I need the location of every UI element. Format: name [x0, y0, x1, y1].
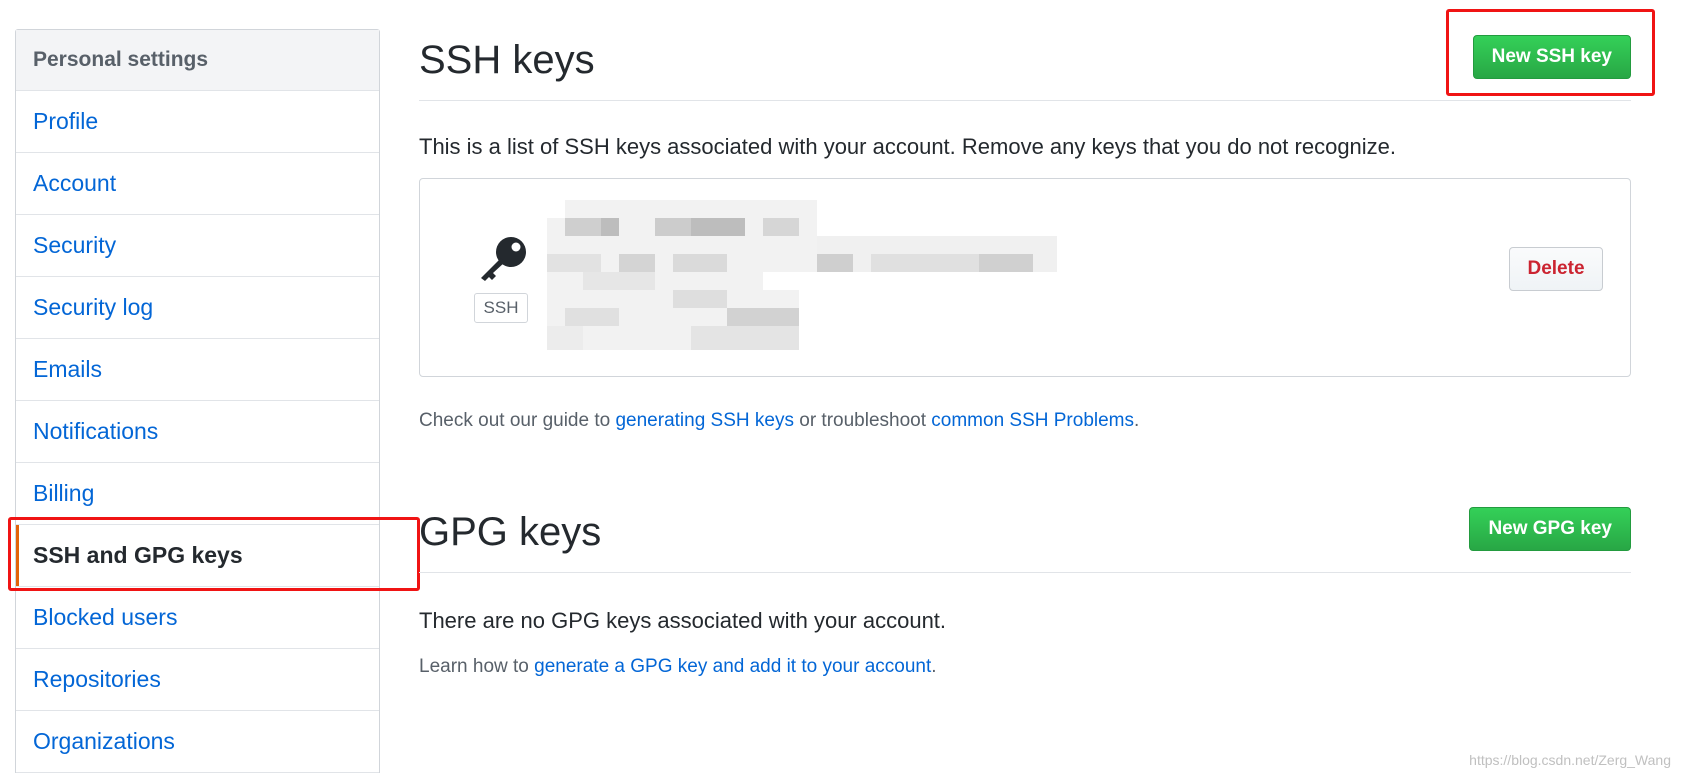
- sidebar-item-blocked-users[interactable]: Blocked users: [16, 587, 379, 649]
- sidebar-item-ssh-gpg-keys[interactable]: SSH and GPG keys: [16, 525, 379, 587]
- ssh-guide-prefix: Check out our guide to: [419, 410, 616, 431]
- sidebar-item-billing[interactable]: Billing: [16, 463, 379, 525]
- sidebar-item-security-log[interactable]: Security log: [16, 277, 379, 339]
- gpg-section-header: GPG keys New GPG key: [419, 470, 1631, 573]
- generating-ssh-keys-link[interactable]: generating SSH keys: [615, 410, 794, 431]
- sidebar-item-repositories[interactable]: Repositories: [16, 649, 379, 711]
- sidebar-item-emails[interactable]: Emails: [16, 339, 379, 401]
- generate-gpg-key-link[interactable]: generate a GPG key and add it to your ac…: [534, 656, 931, 677]
- sidebar-item-notifications[interactable]: Notifications: [16, 401, 379, 463]
- sidebar-header: Personal settings: [16, 30, 379, 91]
- ssh-guide-suffix: .: [1134, 410, 1140, 431]
- gpg-keys-title: GPG keys: [419, 510, 602, 554]
- new-ssh-key-button[interactable]: New SSH key: [1472, 35, 1631, 79]
- sidebar-item-security[interactable]: Security: [16, 215, 379, 277]
- sidebar-item-organizations[interactable]: Organizations: [16, 711, 379, 773]
- ssh-key-item: SSH Delete: [419, 178, 1631, 377]
- ssh-section-header: SSH keys New SSH key: [419, 0, 1631, 101]
- ssh-description: This is a list of SSH keys associated wi…: [419, 134, 1397, 159]
- key-icon: [481, 237, 526, 281]
- ssh-type-label: SSH: [474, 293, 528, 323]
- ssh-guide-middle: or troubleshoot: [793, 410, 932, 431]
- common-ssh-problems-link[interactable]: common SSH Problems: [931, 410, 1134, 431]
- sidebar-item-profile[interactable]: Profile: [16, 91, 379, 153]
- gpg-learn-prefix: Learn how to: [419, 656, 535, 677]
- new-gpg-key-button[interactable]: New GPG key: [1469, 507, 1631, 551]
- settings-sidebar: Personal settings Profile Account Securi…: [15, 29, 380, 773]
- delete-ssh-key-button[interactable]: Delete: [1509, 247, 1603, 291]
- gpg-learn-suffix: .: [931, 656, 937, 677]
- watermark-text: https://blog.csdn.net/Zerg_Wang: [1469, 752, 1671, 768]
- ssh-guide-note: Check out our guide to generating SSH ke…: [419, 410, 1139, 432]
- ssh-keys-title: SSH keys: [419, 38, 595, 82]
- redacted-key-fingerprint: [547, 200, 1057, 350]
- gpg-learn-note: Learn how to generate a GPG key and add …: [419, 656, 937, 678]
- sidebar-item-account[interactable]: Account: [16, 153, 379, 215]
- gpg-empty-text: There are no GPG keys associated with yo…: [419, 608, 947, 633]
